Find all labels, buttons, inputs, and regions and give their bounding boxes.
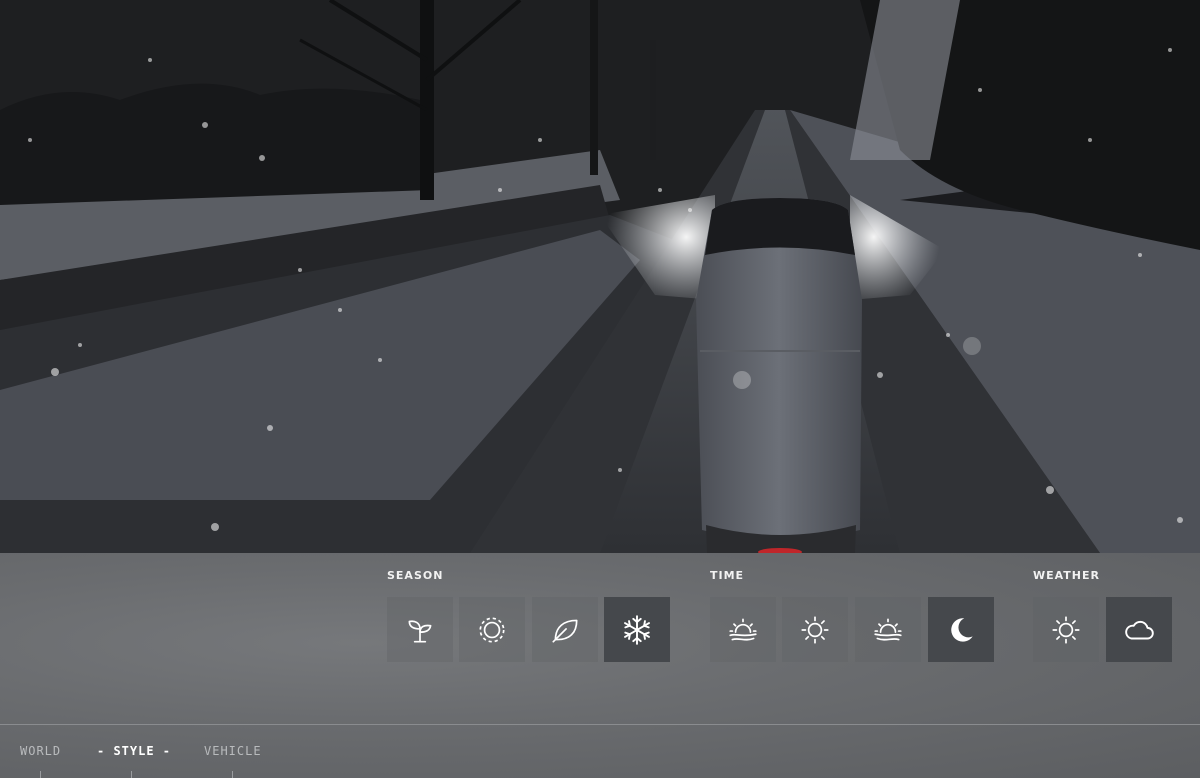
- time-sunset-button[interactable]: [855, 597, 921, 662]
- time-night-button[interactable]: [928, 597, 994, 662]
- sun-icon: [801, 615, 829, 644]
- season-label: SEASON: [387, 569, 444, 582]
- sunset-icon: [874, 618, 902, 641]
- sprout-icon: [408, 619, 432, 643]
- panel-divider: [0, 724, 1200, 725]
- nav-tab-vehicle[interactable]: VEHICLE: [204, 744, 262, 758]
- nav-tab-world[interactable]: WORLD: [20, 744, 61, 758]
- moon-icon: [951, 617, 973, 642]
- snowy-road-scene: [0, 0, 1200, 553]
- nav-tab-style[interactable]: - STYLE -: [97, 744, 171, 758]
- 3d-scene-viewport[interactable]: [0, 0, 1200, 553]
- cloud-icon: [1125, 620, 1154, 639]
- season-autumn-button[interactable]: [532, 597, 598, 662]
- sun-icon: [1052, 615, 1080, 644]
- time-label: TIME: [710, 569, 745, 582]
- weather-label: WEATHER: [1033, 569, 1101, 582]
- season-spring-button[interactable]: [387, 597, 453, 662]
- sun-icon: [479, 616, 505, 643]
- time-day-button[interactable]: [782, 597, 848, 662]
- sunrise-icon: [729, 618, 757, 641]
- control-panel: SEASON TIME WEATHER WORLD - STYLE - VEHI…: [0, 553, 1200, 778]
- weather-cloudy-button[interactable]: [1106, 597, 1172, 662]
- nav-tick-active: [131, 771, 132, 778]
- nav-tick: [40, 771, 41, 778]
- snowflake-icon: [624, 614, 650, 645]
- season-summer-button[interactable]: [459, 597, 525, 662]
- leaf-icon: [552, 619, 578, 643]
- nav-tick: [232, 771, 233, 778]
- weather-clear-button[interactable]: [1033, 597, 1099, 662]
- time-sunrise-button[interactable]: [710, 597, 776, 662]
- season-winter-button[interactable]: [604, 597, 670, 662]
